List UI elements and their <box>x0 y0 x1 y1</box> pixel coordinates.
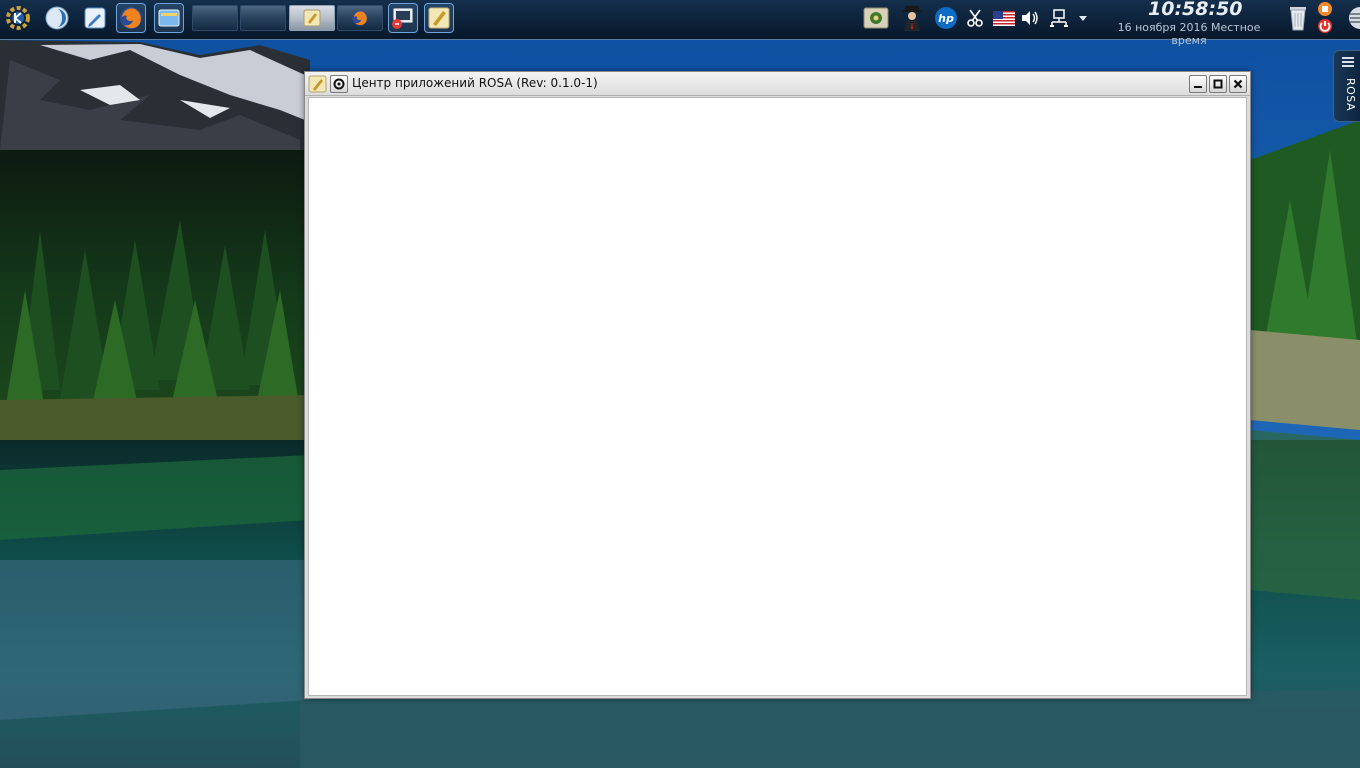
window-pin-button[interactable] <box>330 75 348 93</box>
task-button-2[interactable] <box>240 5 286 31</box>
update-manager-icon <box>863 7 889 29</box>
us-flag-keyboard-icon <box>993 10 1015 26</box>
app-center-icon <box>308 75 327 93</box>
minimize-button[interactable] <box>1189 75 1207 93</box>
power-icon <box>1318 2 1332 33</box>
taskbar: hp 10:58:50 16 ноября 2016 Местное время <box>0 0 1360 47</box>
power-tray[interactable] <box>1314 1 1336 35</box>
file-manager-button[interactable] <box>154 3 184 33</box>
remote-desktop-icon <box>392 8 413 29</box>
trash-tray[interactable] <box>1285 5 1311 31</box>
side-panel-label: ROSA <box>1344 78 1357 112</box>
trash-icon <box>1290 7 1306 31</box>
start-menu-button[interactable] <box>3 3 33 33</box>
clock-time[interactable]: 10:58:50 <box>1148 0 1243 20</box>
minimize-icon <box>1194 86 1202 88</box>
agent-icon <box>903 6 921 31</box>
task-button-app-center[interactable] <box>289 5 335 31</box>
scissors-icon <box>967 9 983 27</box>
speaker-icon <box>1022 11 1038 25</box>
panel-toolbox-icon <box>1349 7 1360 29</box>
text-editor-button[interactable] <box>80 3 110 33</box>
update-manager-tray[interactable] <box>861 5 891 31</box>
rosa-launcher-button[interactable] <box>42 3 72 33</box>
tray-expand-arrow-icon <box>1079 16 1087 21</box>
panel-toolbox[interactable] <box>1340 5 1360 31</box>
app-center-window: Центр приложений ROSA (Rev: 0.1.0-1) <box>304 71 1251 699</box>
kde-start-menu-icon <box>6 6 30 30</box>
app-center-launcher-button[interactable] <box>424 3 454 33</box>
svg-text:hp: hp <box>938 12 954 25</box>
close-button[interactable] <box>1229 75 1247 93</box>
app-center-icon <box>428 7 450 29</box>
maximize-icon <box>1213 79 1223 89</box>
tray-expand-button[interactable] <box>1076 5 1090 31</box>
network-icon <box>1050 9 1068 27</box>
clock-date[interactable]: 16 ноября 2016 Местное время <box>1100 21 1278 47</box>
volume-tray[interactable] <box>1019 5 1041 31</box>
task-button-1[interactable] <box>192 5 238 31</box>
hp-printer-icon: hp <box>935 7 957 29</box>
agent-tray[interactable] <box>898 5 926 31</box>
text-editor-icon <box>84 7 106 29</box>
rosa-launcher-icon <box>45 6 69 30</box>
firefox-icon <box>352 10 368 26</box>
window-titlebar[interactable]: Центр приложений ROSA (Rev: 0.1.0-1) <box>305 72 1250 96</box>
task-button-firefox[interactable] <box>337 5 383 31</box>
screenshot-tray[interactable] <box>964 5 986 31</box>
window-content-area[interactable] <box>308 97 1247 696</box>
network-tray[interactable] <box>1047 5 1071 31</box>
close-icon <box>1233 79 1243 89</box>
file-manager-icon <box>158 9 180 27</box>
window-title: Центр приложений ROSA (Rev: 0.1.0-1) <box>352 76 598 90</box>
firefox-launcher-button[interactable] <box>116 3 146 33</box>
maximize-button[interactable] <box>1209 75 1227 93</box>
keyboard-layout-tray[interactable] <box>991 5 1017 31</box>
remote-desktop-button[interactable] <box>388 3 418 33</box>
app-center-icon <box>303 9 321 27</box>
menu-lines-icon <box>1342 57 1354 67</box>
pin-icon <box>333 78 345 90</box>
firefox-icon <box>120 7 142 29</box>
hp-printer-tray[interactable]: hp <box>932 5 960 31</box>
window-menu-button[interactable] <box>308 75 328 93</box>
